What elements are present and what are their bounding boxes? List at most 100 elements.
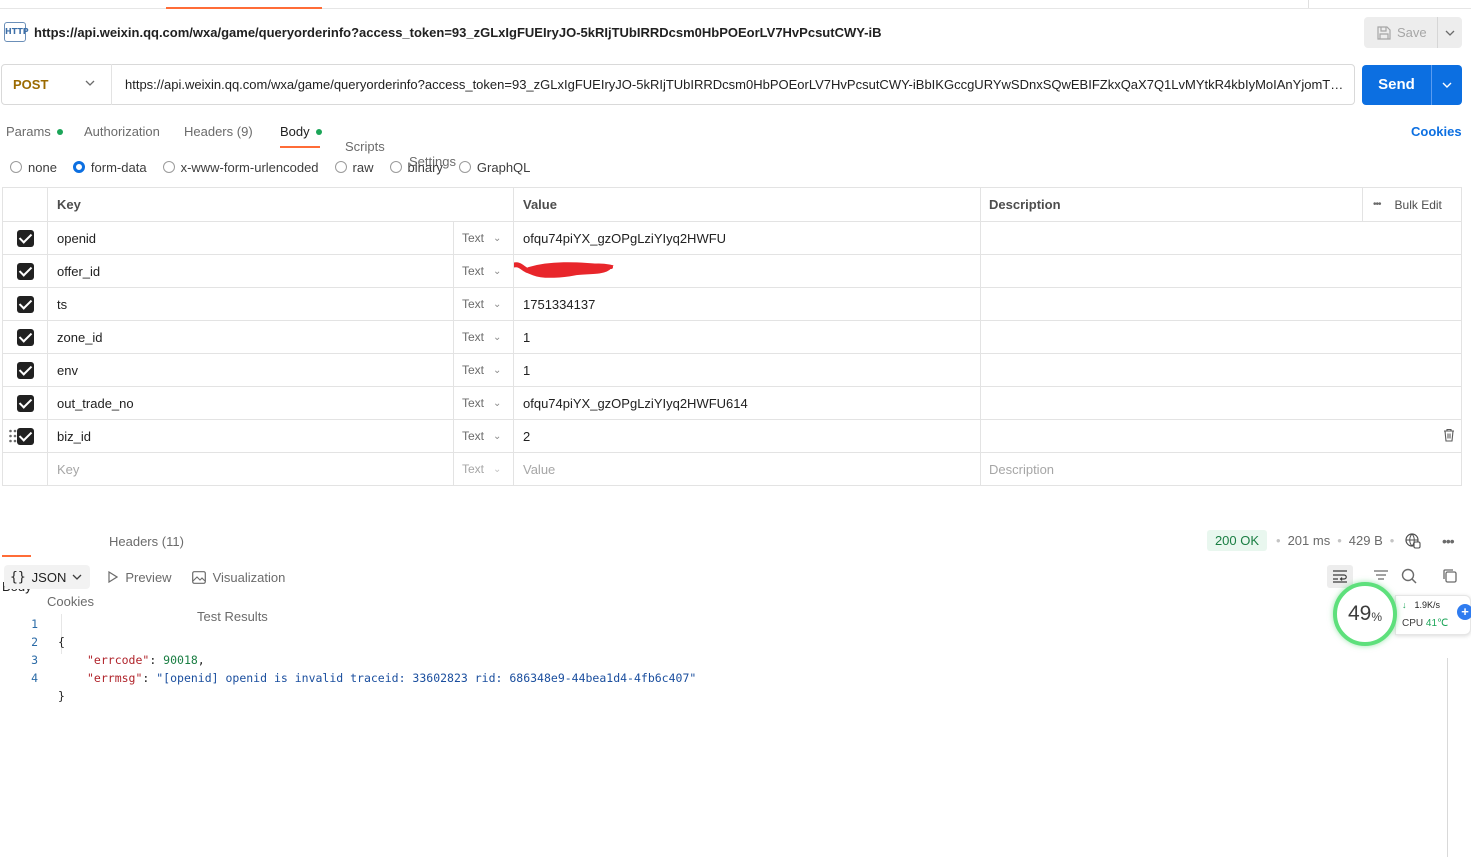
method-select[interactable]: POST [1,64,112,105]
code-line: 1 { [0,597,65,649]
scrollbar-track[interactable] [1447,658,1448,857]
send-button[interactable]: Send [1362,65,1462,105]
cpu-monitor-widget[interactable]: ↓ 1.9K/s CPU 41℃ 49% + [1333,582,1471,648]
tab-body[interactable]: Body [280,124,322,139]
cpu-label: CPU [1402,618,1424,629]
response-size[interactable]: 429 B [1349,533,1383,548]
type-select[interactable]: Text ⌄ [454,420,514,452]
value-cell[interactable]: 2 [514,420,981,452]
description-cell[interactable] [981,387,1461,419]
plus-icon[interactable]: + [1457,604,1471,620]
description-cell[interactable] [981,222,1461,254]
row-checkbox[interactable] [3,321,48,353]
radio-circle-selected[interactable] [72,161,85,173]
resp-tab-test-results[interactable]: Test Results [197,609,1471,624]
resp-tab-headers[interactable]: Headers (11) [109,534,184,549]
type-select[interactable]: Text ⌄ [454,255,514,287]
preview-button[interactable]: Preview [108,570,172,585]
key-cell[interactable]: biz_id [48,420,454,452]
value-cell[interactable]: 1 [514,321,981,353]
radio-circle[interactable] [162,161,175,173]
description-cell[interactable] [981,321,1461,353]
key-input[interactable]: Key [48,453,454,485]
type-select[interactable]: Text ⌄ [454,222,514,254]
table-row: biz_id Text ⌄ 2 [3,419,1461,452]
description-cell[interactable] [981,255,1461,287]
value-cell[interactable] [514,255,981,287]
description-cell[interactable] [981,420,1461,452]
description-cell[interactable] [981,288,1461,320]
radio-graphql[interactable]: GraphQL [458,160,530,175]
key-cell[interactable]: out_trade_no [48,387,454,419]
row-checkbox[interactable] [3,387,48,419]
code-text: { [58,635,65,649]
checkbox-checked[interactable] [16,361,34,379]
key-cell[interactable]: openid [48,222,454,254]
radio-binary[interactable]: binary [389,160,443,175]
value-cell[interactable]: 1 [514,354,981,386]
description-cell[interactable] [981,354,1461,386]
chevron-down-icon[interactable] [1432,79,1462,91]
type-select[interactable]: Text ⌄ [454,354,514,386]
send-label[interactable]: Send [1362,65,1432,105]
url-input[interactable]: https://api.weixin.qq.com/wxa/game/query… [125,77,1347,92]
key-cell[interactable]: offer_id [48,255,454,287]
row-checkbox[interactable] [3,288,48,320]
type-select[interactable]: Text ⌄ [454,387,514,419]
tab-params[interactable]: Params [6,124,63,139]
chevron-down-icon: ⌄ [493,232,502,244]
checkbox-checked[interactable] [16,427,34,445]
trash-icon[interactable] [1443,428,1455,442]
value-input[interactable]: Value [514,453,981,485]
status-dot [56,128,63,135]
table-row: out_trade_no Text ⌄ ofqu74piYX_gzOPgLziYI… [3,386,1461,419]
radio-circle[interactable] [458,161,471,173]
key-cell[interactable]: zone_id [48,321,454,353]
format-label: JSON [31,569,67,585]
type-select[interactable]: Text ⌄ [454,288,514,320]
cookies-link[interactable]: Cookies [1411,124,1462,139]
radio-circle[interactable] [334,161,347,173]
image-icon [191,570,206,584]
radio-circle[interactable] [389,161,402,173]
row-checkbox[interactable] [3,420,48,452]
type-select[interactable]: Text ⌄ [454,321,514,353]
checkbox-checked[interactable] [16,295,34,313]
response-time[interactable]: 201 ms [1288,533,1331,548]
tab-headers[interactable]: Headers (9) [184,124,253,139]
save-button[interactable]: Save [1364,17,1462,48]
resp-tab-cookies[interactable]: Cookies [47,594,1471,609]
row-checkbox[interactable] [3,255,48,287]
checkbox-checked[interactable] [16,328,34,346]
key-cell[interactable]: ts [48,288,454,320]
row-checkbox[interactable] [3,354,48,386]
format-select[interactable]: {} JSON [4,565,91,589]
visualization-button[interactable]: Visualization [191,570,285,585]
key-cell[interactable]: env [48,354,454,386]
type-select[interactable]: Text ⌄ [454,453,514,485]
request-title[interactable]: https://api.weixin.qq.com/wxa/game/query… [34,25,882,40]
radio-raw[interactable]: raw [334,160,374,175]
tab-scripts[interactable]: Scripts [345,139,1471,154]
cpu-usage-ring[interactable]: 49% [1333,582,1397,646]
checkbox-checked[interactable] [16,229,34,247]
status-badge[interactable]: 200 OK [1207,530,1267,551]
checkbox-checked[interactable] [16,262,34,280]
value-cell[interactable]: ofqu74piYX_gzOPgLziYIyq2HWFU614 [514,387,981,419]
radio-form-data[interactable]: form-data [72,160,147,175]
radio-x-www-form-urlencoded[interactable]: x-www-form-urlencoded [162,160,319,175]
tab-settings[interactable]: Settings [409,154,1471,169]
value-cell[interactable]: 1751334137 [514,288,981,320]
radio-none[interactable]: none [10,160,57,175]
save-main[interactable]: Save [1364,17,1438,48]
checkbox-checked[interactable] [16,394,34,412]
value-cell[interactable]: ofqu74piYX_gzOPgLziYIyq2HWFU [514,222,981,254]
more-options-icon[interactable]: ••• [1442,533,1455,549]
network-globe-icon[interactable] [1405,533,1421,549]
description-input[interactable]: Description [981,453,1461,485]
radio-circle[interactable] [10,161,22,173]
bulk-edit-button[interactable]: ••• Bulk Edit [1363,188,1461,221]
chevron-down-icon[interactable] [1438,27,1462,39]
row-checkbox[interactable] [3,222,48,254]
drag-handle-icon[interactable] [9,429,17,443]
